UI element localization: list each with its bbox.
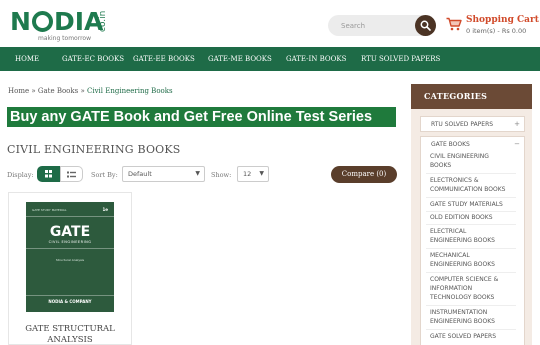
subcategory-text: ENGINEERING BOOKS [430, 261, 495, 268]
subcategory-text: CIVIL ENGINEERING [430, 153, 489, 160]
site-header: NDIA co.in making tomorrow Shopping Cart… [0, 0, 540, 47]
subcategory-text: INFORMATION [430, 285, 473, 292]
subcategory-text: OLD EDITION BOOKS [430, 214, 493, 221]
subcategory-text: MECHANICAL [430, 252, 470, 259]
list-view-button[interactable] [60, 166, 83, 182]
nav-gate-ee-books[interactable]: GATE-EE BOOKS [133, 47, 195, 71]
subcategory-instrumentation-engineering-books[interactable]: INSTRUMENTATION ENGINEERING BOOKS [430, 308, 518, 326]
subcategory-text: ENGINEERING BOOKS [430, 318, 495, 325]
divider [426, 173, 516, 174]
nav-gate-me-books[interactable]: GATE-ME BOOKS [208, 47, 272, 71]
subcategory-computer-science-it-books[interactable]: COMPUTER SCIENCE & INFORMATION TECHNOLOG… [430, 275, 518, 302]
category-label: GATE BOOKS [431, 141, 470, 148]
subcategory-text: TECHNOLOGY BOOKS [430, 294, 495, 301]
cover-divider [26, 248, 114, 249]
product-name-line: GATE STRUCTURAL [25, 324, 115, 334]
category-rtu-solved-papers[interactable]: RTU SOLVED PAPERS + [420, 116, 525, 132]
breadcrumb-separator: » [31, 87, 36, 95]
collapse-icon[interactable]: − [514, 140, 520, 148]
promo-banner-text: Buy any GATE Book and Get Free Online Te… [10, 109, 373, 125]
divider [426, 224, 516, 225]
cover-topic: Structural Analysis [55, 258, 85, 262]
breadcrumb-gate-books[interactable]: Gate Books [38, 87, 78, 95]
subcategory-electronics-communication-books[interactable]: ELECTRONICS & COMMUNICATION BOOKS [430, 176, 518, 194]
subcategory-old-edition-books[interactable]: OLD EDITION BOOKS [430, 213, 518, 222]
search-icon [420, 20, 431, 31]
sort-label: Sort By: [91, 171, 118, 179]
subcategory-mechanical-engineering-books[interactable]: MECHANICAL ENGINEERING BOOKS [430, 251, 518, 269]
sort-select[interactable]: Default ▼ [122, 166, 205, 182]
subcategory-gate-solved-papers[interactable]: GATE SOLVED PAPERS [430, 332, 518, 341]
breadcrumb-home[interactable]: Home [8, 87, 29, 95]
site-logo[interactable]: N DIA co.in making tomorrow [10, 8, 120, 42]
subcategory-text: INSTRUMENTATION [430, 309, 488, 316]
cover-edition: 1e [102, 207, 109, 212]
cover-publisher: NODIA & COMPANY [48, 299, 92, 304]
grid-view-button[interactable] [37, 166, 60, 182]
subcategory-gate-study-materials[interactable]: GATE STUDY MATERIALS [430, 200, 518, 209]
promo-banner[interactable]: Buy any GATE Book and Get Free Online Te… [7, 107, 396, 127]
compare-button[interactable]: Compare (0) [331, 166, 397, 183]
subcategory-text: COMMUNICATION BOOKS [430, 186, 506, 193]
show-label: Show: [211, 171, 232, 179]
subcategory-text: ENGINEERING BOOKS [430, 237, 495, 244]
subcategory-civil-engineering-books[interactable]: CIVIL ENGINEERING BOOKS [430, 152, 518, 170]
search-input[interactable] [328, 15, 416, 36]
cover-divider [26, 216, 114, 217]
grid-icon [45, 170, 52, 178]
categories-sidebar: CATEGORIES RTU SOLVED PAPERS + GATE BOOK… [411, 84, 532, 345]
list-icon [67, 171, 76, 178]
sort-select-value: Default [128, 170, 152, 178]
breadcrumb-current[interactable]: Civil Engineering Books [87, 87, 173, 95]
nav-rtu-solved-papers[interactable]: RTU SOLVED PAPERS [361, 47, 440, 71]
divider [426, 248, 516, 249]
nav-home[interactable]: HOME [15, 47, 39, 71]
subcategory-text: COMPUTER SCIENCE & [430, 276, 499, 283]
subcategory-text: ELECTRONICS & [430, 177, 479, 184]
product-image[interactable]: GATE STUDY MATERIAL 1e GATE CIVIL ENGINE… [26, 202, 114, 312]
divider [426, 272, 516, 273]
nav-gate-in-books[interactable]: GATE-IN BOOKS [286, 47, 346, 71]
logo-domain: co.in [98, 10, 108, 32]
product-card[interactable]: GATE STUDY MATERIAL 1e GATE CIVIL ENGINE… [8, 192, 132, 345]
nav-gate-ec-books[interactable]: GATE-EC BOOKS [62, 47, 124, 71]
categories-heading: CATEGORIES [411, 84, 532, 109]
divider [426, 197, 516, 198]
chevron-down-icon: ▼ [259, 170, 264, 177]
subcategory-text: BOOKS [430, 162, 452, 169]
cart-title[interactable]: Shopping Cart [466, 15, 539, 25]
search-box [328, 15, 436, 36]
subcategory-text: GATE STUDY MATERIALS [430, 201, 503, 208]
category-label: RTU SOLVED PAPERS [431, 121, 494, 128]
cart-summary[interactable]: 0 item(s) - Rs 0.00 [466, 27, 526, 35]
search-button[interactable] [415, 15, 436, 36]
chevron-down-icon: ▼ [195, 170, 200, 177]
divider [426, 211, 516, 212]
divider [426, 305, 516, 306]
product-name-line: ANALYSIS [47, 335, 93, 345]
logo-wordmark: N DIA [10, 7, 104, 36]
expand-icon[interactable]: + [514, 120, 520, 128]
page-title: CIVIL ENGINEERING BOOKS [7, 143, 181, 156]
subcategory-electrical-engineering-books[interactable]: ELECTRICAL ENGINEERING BOOKS [430, 227, 518, 245]
show-select[interactable]: 12 ▼ [237, 166, 269, 182]
product-name[interactable]: GATE STRUCTURAL ANALYSIS [9, 324, 131, 345]
divider [426, 329, 516, 330]
logo-tagline: making tomorrow [38, 35, 91, 42]
subcategory-text: ELECTRICAL [430, 228, 467, 235]
breadcrumb: Home » Gate Books » Civil Engineering Bo… [8, 87, 173, 95]
shopping-cart-icon[interactable] [446, 17, 462, 31]
cover-divider [26, 295, 114, 296]
display-label: Display: [7, 171, 34, 179]
cover-series: GATE STUDY MATERIAL [32, 208, 67, 212]
show-select-value: 12 [243, 170, 252, 178]
cover-subtitle: CIVIL ENGINEERING [48, 240, 92, 244]
subcategory-text: GATE SOLVED PAPERS [430, 333, 497, 340]
cover-title: GATE [49, 224, 91, 240]
breadcrumb-separator: » [80, 87, 85, 95]
main-nav: HOME GATE-EC BOOKS GATE-EE BOOKS GATE-ME… [0, 47, 540, 71]
